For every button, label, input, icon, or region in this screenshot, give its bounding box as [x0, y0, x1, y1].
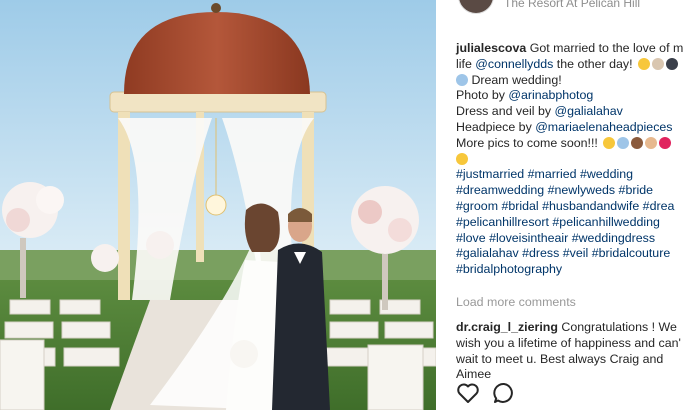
comment-username[interactable]: dr.craig_l_ziering: [456, 320, 558, 334]
caption-text: Photo by: [456, 88, 509, 103]
caption-text: Dress and veil by: [456, 104, 555, 119]
mention-link[interactable]: @galialahav: [554, 104, 622, 118]
hashtag-link[interactable]: #justmarried #married #wedding: [456, 167, 633, 181]
load-more-comments-button[interactable]: Load more comments: [456, 295, 576, 309]
mention-link[interactable]: @mariaelenaheadpieces: [535, 120, 672, 134]
comment-text: wish you a lifetime of happiness and can…: [456, 335, 681, 350]
post-location[interactable]: The Resort At Pelican Hill: [504, 0, 640, 10]
hashtag-link[interactable]: #galialahav #dress #veil #bridalcouture: [456, 246, 670, 260]
groom-emoji-icon: [666, 57, 678, 70]
comment-text: wait to meet u. Best always Craig and: [456, 351, 664, 366]
red-heart-emoji-icon: [659, 136, 672, 149]
caption-text: More pics to come soon!!!: [456, 135, 598, 150]
post-caption: julialescova Got married to the love of …: [456, 41, 685, 278]
comment-text: Congratulations ! We: [557, 320, 677, 334]
bride-emoji-icon: [652, 57, 664, 70]
caption-text: Dream wedding!: [468, 72, 562, 87]
smile-emoji-icon: [638, 57, 650, 70]
ring-emoji-icon: [456, 73, 468, 86]
mention-link[interactable]: @arinabphotog: [508, 88, 593, 102]
caption-text: the other day!: [553, 56, 633, 71]
caption-text: Got married to the love of m: [526, 41, 684, 55]
comment-item: dr.craig_l_ziering Congratulations ! We …: [456, 320, 685, 383]
caption-username[interactable]: julialescova: [456, 41, 526, 55]
ring-emoji-icon: [617, 136, 630, 149]
hashtag-link[interactable]: #groom #bridal #husbandandwife #drea: [456, 199, 674, 213]
hashtag-link[interactable]: #dreamwedding #newlyweds #bride: [456, 183, 653, 197]
heart-icon[interactable]: [456, 381, 480, 405]
post-sidebar: The Resort At Pelican Hill julialescova …: [436, 0, 685, 410]
caption-text: Headpiece by: [456, 119, 536, 134]
pray-emoji-icon: [645, 136, 658, 149]
hashtag-link[interactable]: #love #loveisintheair #weddingdress: [456, 231, 655, 245]
mention-link[interactable]: @connellydds: [475, 57, 553, 71]
hashtag-link[interactable]: #bridalphotography: [456, 262, 562, 276]
post-header: The Resort At Pelican Hill: [436, 0, 685, 14]
avatar[interactable]: [458, 0, 494, 14]
hashtag-link[interactable]: #pelicanhillresort #pelicanhillwedding: [456, 215, 660, 229]
caption-text: life: [456, 56, 476, 71]
heart-eyes-emoji-icon: [603, 136, 616, 149]
wedding-photo-image: [0, 0, 436, 410]
couple-emoji-icon: [631, 136, 644, 149]
post-actions: [456, 381, 536, 405]
comment-icon[interactable]: [492, 381, 516, 405]
post-photo[interactable]: [0, 0, 436, 410]
smile-emoji-icon: [456, 152, 468, 165]
